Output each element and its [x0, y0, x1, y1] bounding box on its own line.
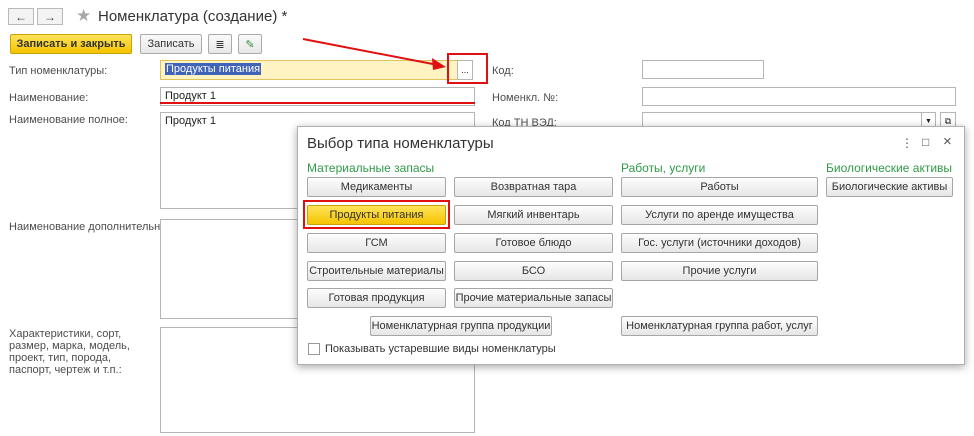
group-works-button[interactable]: Номенклатурная группа работ, услуг: [621, 316, 818, 336]
option-returnable[interactable]: Возвратная тара: [454, 177, 613, 197]
heading-bio: Биологические активы: [826, 161, 953, 175]
option-bso[interactable]: БСО: [454, 261, 613, 281]
option-soft[interactable]: Мягкий инвентарь: [454, 205, 613, 225]
type-selection-dialog: Выбор типа номенклатуры ⋮ □ × Материальн…: [297, 126, 965, 365]
option-finished[interactable]: Готовая продукция: [307, 288, 446, 308]
option-rent-services[interactable]: Услуги по аренде имущества: [621, 205, 818, 225]
maximize-icon[interactable]: □: [922, 135, 929, 149]
option-bio[interactable]: Биологические активы: [826, 177, 953, 197]
option-works[interactable]: Работы: [621, 177, 818, 197]
option-other-services[interactable]: Прочие услуги: [621, 261, 818, 281]
show-obsolete-label[interactable]: Показывать устаревшие виды номенклатуры: [325, 343, 556, 355]
option-medicines[interactable]: Медикаменты: [307, 177, 446, 197]
annotation-box: [303, 200, 450, 229]
option-dish[interactable]: Готовое блюдо: [454, 233, 613, 253]
show-obsolete-checkbox[interactable]: [308, 343, 320, 355]
option-fuel[interactable]: ГСМ: [307, 233, 446, 253]
menu-icon[interactable]: ⋮: [901, 136, 913, 150]
heading-works: Работы, услуги: [621, 161, 706, 175]
group-products-button[interactable]: Номенклатурная группа продукции: [370, 316, 552, 336]
heading-materials: Материальные запасы: [307, 161, 435, 175]
option-other-materials[interactable]: Прочие материальные запасы: [454, 288, 613, 308]
dialog-title: Выбор типа номенклатуры: [307, 135, 494, 152]
close-icon[interactable]: ×: [943, 133, 952, 150]
option-gov-services[interactable]: Гос. услуги (источники доходов): [621, 233, 818, 253]
option-building[interactable]: Строительные материалы: [307, 261, 446, 281]
